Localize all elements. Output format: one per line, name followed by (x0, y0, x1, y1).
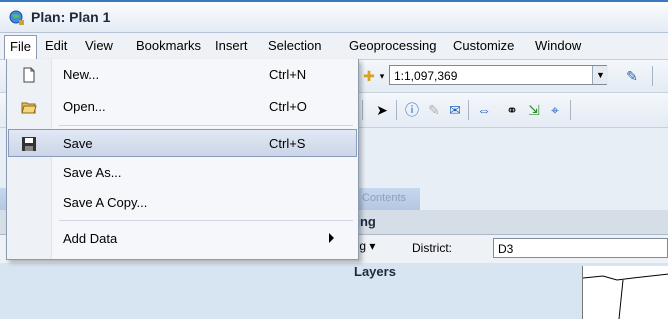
go-to-xy-icon[interactable]: ⌖ (547, 102, 563, 118)
menu-separator (59, 220, 353, 221)
menu-item-label: Open... (63, 99, 106, 114)
menu-insert[interactable]: Insert (213, 37, 250, 55)
arcmap-globe-icon (9, 10, 24, 25)
menu-bar: File Edit View Bookmarks Insert Selectio… (0, 33, 668, 60)
menu-window[interactable]: Window (533, 37, 583, 55)
menu-item-open[interactable]: Open... Ctrl+O (9, 93, 355, 121)
find-pencil-icon[interactable]: ✎ (426, 102, 442, 118)
route-icon[interactable]: ⇲ (526, 102, 542, 118)
menu-item-add-data[interactable]: Add Data (9, 225, 355, 253)
identify-info-icon[interactable]: ⓘ (404, 102, 420, 118)
menu-separator (59, 125, 353, 126)
menu-selection[interactable]: Selection (266, 37, 323, 55)
toolbar-separator (652, 66, 653, 86)
district-label: District: (412, 241, 452, 255)
submenu-arrow-icon (329, 233, 334, 243)
save-disk-icon (22, 137, 36, 151)
toolbar-separator (570, 100, 571, 120)
menu-item-save-a-copy[interactable]: Save A Copy... (9, 189, 355, 217)
menu-item-shortcut: Ctrl+S (269, 136, 306, 151)
menu-item-label: New... (63, 67, 100, 82)
scale-dropdown-arrow[interactable]: ▼ (592, 66, 608, 84)
menu-item-save[interactable]: Save Ctrl+S (8, 129, 357, 157)
new-document-icon (23, 67, 35, 83)
menu-item-new[interactable]: New... Ctrl+N (9, 61, 355, 89)
menu-geoprocessing[interactable]: Geoprocessing (347, 37, 438, 55)
toolbar-separator (362, 100, 363, 120)
map-boundary-lines (583, 273, 668, 319)
menu-item-shortcut: Ctrl+O (269, 99, 307, 114)
editor-pencil-icon[interactable]: ✎ (624, 68, 640, 84)
map-view[interactable] (582, 266, 668, 319)
chevron-down-icon[interactable]: ▾ (374, 68, 390, 84)
district-select[interactable]: D3 (493, 238, 668, 258)
toc-title: Contents (362, 192, 407, 204)
menu-item-label: Save (63, 136, 93, 151)
menu-item-label: Add Data (63, 231, 118, 246)
open-folder-icon (21, 102, 37, 114)
menu-item-label: Save As... (63, 165, 122, 180)
find-binoculars-icon[interactable]: ⚭ (504, 102, 520, 118)
select-arrow-icon[interactable]: ➤ (374, 102, 390, 118)
menu-view[interactable]: View (83, 37, 115, 55)
toolbar-separator (468, 100, 469, 120)
window-title: Plan: Plan 1 (31, 9, 111, 25)
menu-bookmarks[interactable]: Bookmarks (134, 37, 203, 55)
menu-edit[interactable]: Edit (43, 37, 69, 55)
menu-file[interactable]: File (4, 35, 37, 60)
menu-item-shortcut: Ctrl+N (269, 67, 307, 82)
layers-heading: Layers (354, 264, 396, 279)
html-popup-icon[interactable]: ✉ (447, 102, 463, 118)
file-menu-dropdown: New... Ctrl+N Open... Ctrl+O Save Ctrl+S… (6, 59, 359, 260)
title-bar: Plan: Plan 1 (0, 2, 668, 33)
measure-icon[interactable]: ⇔ (476, 102, 492, 118)
menu-item-label: Save A Copy... (63, 195, 148, 210)
menu-customize[interactable]: Customize (451, 37, 516, 55)
map-scale-input[interactable]: 1:1,097,369 (389, 65, 607, 85)
toolbar-separator (396, 100, 397, 120)
menu-item-save-as[interactable]: Save As... (9, 159, 355, 187)
